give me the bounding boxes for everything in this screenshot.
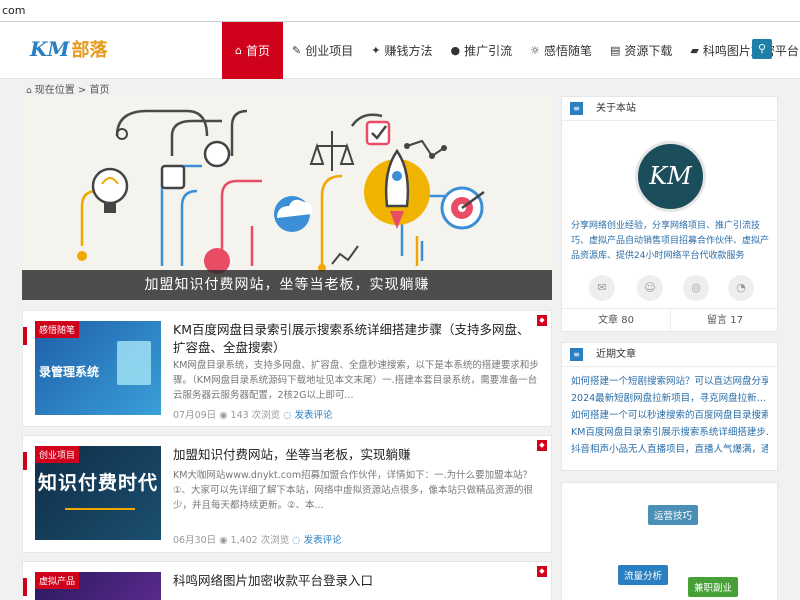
home-icon: ⌂	[26, 86, 32, 96]
lightbulb-icon: ●	[450, 44, 461, 57]
post-card: ◆ 创业项目 知识付费时代 加盟知识付费网站，坐等当老板，实现躺赚 KM大咖网站…	[22, 435, 552, 553]
banner-caption[interactable]: 加盟知识付费网站，坐等当老板，实现躺赚	[22, 270, 552, 300]
post-date: 07月09日	[173, 410, 217, 421]
post-views: 143 次浏览	[230, 410, 281, 421]
site-header: KM 部落 ⌂ 首页 ✎ 创业项目 ✦ 赚钱方法 ● 推广引流 ☼ 感悟随笔 ▤ 资源下载 ▰…	[0, 22, 800, 79]
wechat-icon[interactable]: ✉	[589, 275, 615, 301]
recent-post-link[interactable]: 抖音相声小品无人直播项目，直播人气爆满，通…	[571, 441, 768, 458]
recent-post-link[interactable]: 如何搭建一个可以秒速搜索的百度网盘目录搜索…	[571, 407, 768, 424]
bookmark-icon[interactable]: ◆	[537, 315, 547, 326]
comment-count: 留言 17	[670, 309, 779, 332]
thumbnail-text: 录管理系统	[39, 365, 100, 379]
thumbnail-underline	[65, 508, 135, 510]
post-card: ◆ 感悟随笔 录管理系统 KM百度网盘目录索引展示搜索系统详细搭建步骤（支持多网…	[22, 310, 552, 427]
widget-title: ≡ 近期文章	[562, 343, 777, 367]
post-excerpt: KM网盘目录系统，支持多网盘、扩容盘、全盘秒速搜索，以下是本系统的搭建要求和步骤…	[173, 360, 539, 401]
tag-link[interactable]: 兼职副业	[688, 577, 739, 597]
nav-item-home[interactable]: ⌂ 首页	[222, 22, 283, 79]
post-meta: 07月09日 ◉ 143 次浏览 ◌ 发表评论	[173, 407, 333, 421]
tag-cloud-widget: 运营技巧 流量分析 兼职副业	[561, 482, 778, 600]
browser-url-bar[interactable]: com	[0, 0, 800, 22]
home-icon: ⌂	[235, 44, 242, 57]
eye-icon: ◉	[219, 410, 231, 421]
bookmark-icon[interactable]: ◆	[537, 566, 547, 577]
post-category-badge[interactable]: 创业项目	[35, 446, 80, 463]
recent-post-link[interactable]: 2024最新短剧网盘拉新项目，寻克网盘拉新…	[571, 390, 768, 407]
post-excerpt: KM大咖网站www.dnykt.com招募加盟合作伙伴，详情如下：一.为什么要加…	[173, 470, 534, 511]
post-title[interactable]: 加盟知识付费网站，坐等当老板，实现躺赚	[173, 446, 533, 464]
post-comment-link[interactable]: ◌ 发表评论	[283, 410, 332, 421]
tag-link[interactable]: 流量分析	[618, 565, 669, 585]
recent-posts-widget: ≡ 近期文章 如何搭建一个短剧搜索网站？可以直达网盘分享… 2024最新短剧网盘拉…	[561, 342, 778, 471]
nav-item-traffic[interactable]: ● 推广引流	[441, 22, 521, 79]
post-meta: 06月30日 ◉ 1,402 次浏览 ◌ 发表评论	[173, 532, 342, 546]
post-title[interactable]: 科鸣网络图片加密收款平台登录入口	[173, 572, 533, 590]
search-icon: ⚲	[757, 42, 767, 55]
rss-icon[interactable]: ◔	[728, 275, 754, 301]
breadcrumb-current[interactable]: 首页	[89, 85, 109, 96]
post-category-badge[interactable]: 虚拟产品	[35, 572, 80, 589]
post-title[interactable]: KM百度网盘目录索引展示搜索系统详细搭建步骤（支持多网盘、扩容盘、全盘搜索）	[173, 321, 533, 357]
post-views: 1,402 次浏览	[230, 535, 290, 546]
folder-icon: ▰	[690, 44, 699, 57]
nav-item-essays[interactable]: ☼ 感悟随笔	[521, 22, 601, 79]
eye-icon: ◉	[219, 535, 231, 546]
recent-post-link[interactable]: 如何搭建一个短剧搜索网站？可以直达网盘分享…	[571, 373, 768, 390]
tag-link[interactable]: 运营技巧	[648, 505, 699, 525]
nav-item-startup-projects[interactable]: ✎ 创业项目	[283, 22, 362, 79]
banner-slider[interactable]: 加盟知识付费网站，坐等当老板，实现躺赚	[22, 96, 552, 300]
nav-item-image-encrypt[interactable]: ▰ 科鸣图片加密平台	[681, 22, 800, 79]
article-count: 文章 80	[598, 315, 634, 326]
weibo-icon[interactable]: ◎	[683, 275, 709, 301]
list-icon: ≡	[570, 102, 583, 115]
post-date: 06月30日	[173, 535, 217, 546]
post-accent-bar	[23, 452, 27, 470]
post-card: ◆ 虚拟产品 科鸣网络图片加密收款平台登录入口	[22, 561, 552, 600]
qq-icon[interactable]: ☺	[637, 275, 663, 301]
wrench-icon: ✎	[292, 44, 302, 57]
twitter-icon: ✦	[371, 44, 381, 57]
about-description: 分享网络创业经验，分享网络项目、推广引流技巧、虚拟产品自动销售项目招募合作伙伴、…	[571, 221, 770, 261]
breadcrumb-prefix[interactable]: 现在位置	[35, 85, 75, 96]
site-logo[interactable]: KM 部落	[30, 36, 108, 62]
thumbnail-text: 知识付费时代	[38, 472, 159, 494]
nav-item-downloads[interactable]: ▤ 资源下载	[601, 22, 681, 79]
post-comment-link[interactable]: ◌ 发表评论	[292, 535, 341, 546]
post-category-badge[interactable]: 感悟随笔	[35, 321, 80, 338]
breadcrumb: ⌂ 现在位置 > 首页	[26, 81, 109, 96]
main-nav: ⌂ 首页 ✎ 创业项目 ✦ 赚钱方法 ● 推广引流 ☼ 感悟随笔 ▤ 资源下载 ▰ 科鸣图片加…	[222, 22, 800, 79]
recent-post-link[interactable]: KM百度网盘目录索引展示搜索系统详细搭建步…	[571, 424, 768, 441]
thumbnail-device-graphic	[117, 341, 151, 385]
site-stats: 文章 80 留言 17	[562, 308, 779, 332]
about-widget: ≡ 关于本站 KM 分享网络创业经验，分享网络项目、推广引流技巧、虚拟产品自动销售…	[561, 96, 779, 332]
widget-title: ≡ 关于本站	[562, 97, 777, 121]
comment-icon: ▤	[609, 44, 621, 57]
breadcrumb-separator: >	[77, 85, 87, 96]
bookmark-icon[interactable]: ◆	[537, 440, 547, 451]
nav-item-money-methods[interactable]: ✦ 赚钱方法	[362, 22, 441, 79]
avatar[interactable]: KM	[635, 141, 706, 212]
list-icon: ≡	[570, 348, 583, 361]
post-accent-bar	[23, 327, 27, 345]
recent-posts-list: 如何搭建一个短剧搜索网站？可以直达网盘分享… 2024最新短剧网盘拉新项目，寻克…	[562, 367, 777, 458]
search-button[interactable]: ⚲	[752, 39, 772, 59]
bulb-icon: ☼	[530, 44, 540, 57]
post-accent-bar	[23, 578, 27, 596]
